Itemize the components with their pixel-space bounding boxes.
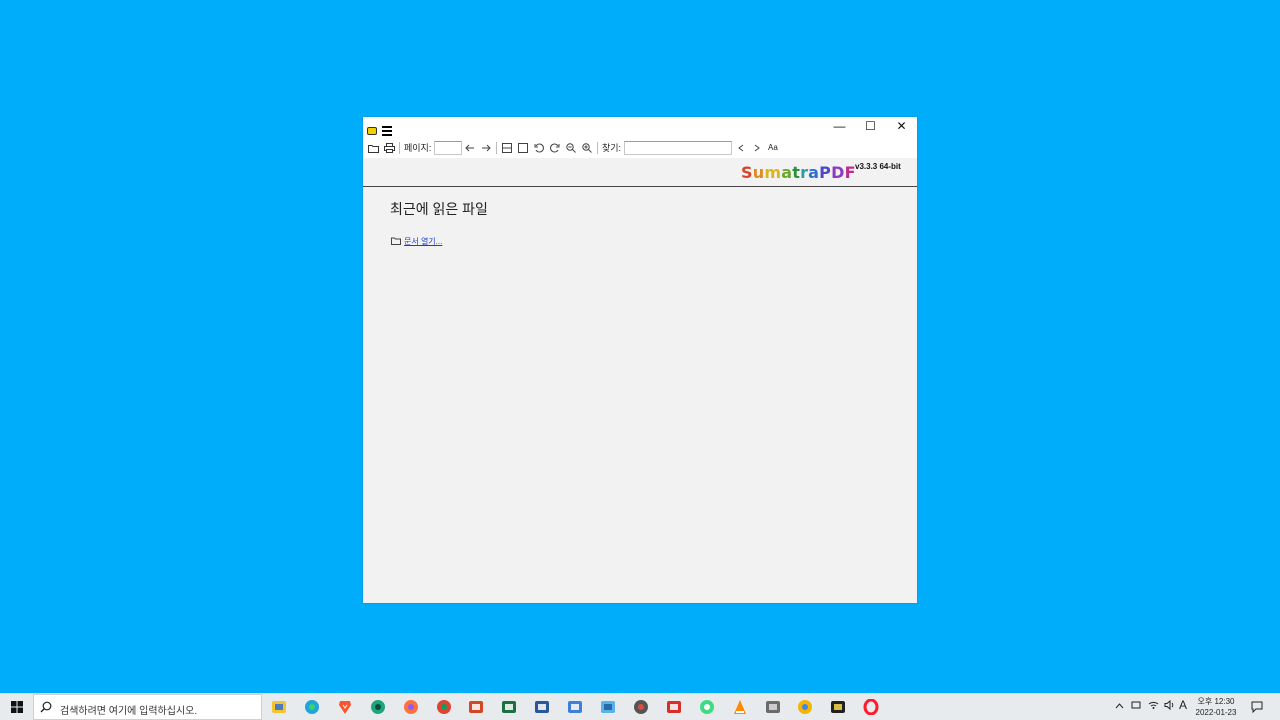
print-icon[interactable] <box>383 141 395 155</box>
logo-letter: P <box>819 163 832 182</box>
logo-letter: t <box>792 163 801 182</box>
clock-date: 2022-01-23 <box>1195 708 1237 717</box>
vpn-app-icon[interactable] <box>367 697 389 717</box>
fit-width-icon[interactable] <box>517 141 529 155</box>
clock-time: 오후 12:30 <box>1197 697 1235 706</box>
chevron-up-icon[interactable] <box>1115 700 1124 712</box>
sumatra-window: — ☐ ✕ 페이지: 찾기: Aa SumatraPDF v3.3.3 64-b… <box>363 117 917 603</box>
device-icon[interactable] <box>1131 700 1141 713</box>
sticky-notes-icon[interactable] <box>827 697 849 717</box>
match-case-toggle[interactable]: Aa <box>768 142 778 154</box>
hamburger-menu-icon[interactable] <box>382 126 392 136</box>
find-next-chevron-icon[interactable] <box>751 141 763 155</box>
search-icon <box>40 701 52 713</box>
page-number-input[interactable] <box>434 141 462 155</box>
input-method-indicator[interactable]: A <box>1179 698 1187 712</box>
open-document-link[interactable]: 문서 열기... <box>404 236 442 247</box>
powerpoint-icon[interactable] <box>465 697 487 717</box>
toolbar-separator <box>597 142 598 154</box>
page-label: 페이지: <box>404 143 432 153</box>
notification-icon[interactable] <box>1251 700 1263 718</box>
chrome-canary-icon[interactable] <box>794 697 816 717</box>
logo-letter: D <box>831 163 845 182</box>
find-label: 찾기: <box>602 143 622 153</box>
notepad-app-icon[interactable] <box>564 697 586 717</box>
logo-letter: u <box>752 163 765 182</box>
recent-files-heading: 최근에 읽은 파일 <box>390 201 488 217</box>
minimize-button[interactable]: — <box>824 117 855 135</box>
screen-editor-icon[interactable] <box>663 697 685 717</box>
search-placeholder: 검색하려면 여기에 입력하십시오. <box>60 706 198 717</box>
open-folder-icon[interactable] <box>367 141 379 155</box>
toolbar-separator <box>399 142 400 154</box>
maximize-button[interactable]: ☐ <box>855 117 886 135</box>
edge-icon[interactable] <box>301 697 323 717</box>
logo-letter: a <box>781 163 793 182</box>
toolbar-separator <box>496 142 497 154</box>
android-app-icon[interactable] <box>696 697 718 717</box>
firefox-icon[interactable] <box>400 697 422 717</box>
windows-logo-icon <box>10 701 23 713</box>
logo-letter: r <box>800 163 809 182</box>
start-button[interactable] <box>0 694 33 720</box>
open-document-row[interactable]: 문서 열기... <box>391 232 442 250</box>
remote-desktop-icon[interactable] <box>597 697 619 717</box>
title-bar: — ☐ ✕ <box>363 117 917 139</box>
volume-icon[interactable] <box>1164 699 1175 713</box>
logo-letter: S <box>741 163 753 182</box>
rotate-right-icon[interactable] <box>549 141 561 155</box>
next-page-arrow-icon[interactable] <box>480 141 492 155</box>
banner-divider <box>363 186 917 187</box>
vlc-icon[interactable] <box>729 697 751 717</box>
find-previous-chevron-icon[interactable] <box>735 141 747 155</box>
zoom-in-icon[interactable] <box>581 141 593 155</box>
brand-banner: SumatraPDF v3.3.3 64-bit <box>363 158 917 186</box>
version-label: v3.3.3 64-bit <box>855 162 901 171</box>
logo-letter: a <box>808 163 820 182</box>
calculator-icon[interactable] <box>762 697 784 717</box>
sumatra-app-icon[interactable] <box>367 127 377 135</box>
fit-page-icon[interactable] <box>501 141 513 155</box>
previous-page-arrow-icon[interactable] <box>464 141 476 155</box>
taskbar-search-box[interactable]: 검색하려면 여기에 입력하십시오. <box>33 694 262 720</box>
file-explorer-icon[interactable] <box>268 697 290 717</box>
zoom-out-icon[interactable] <box>565 141 577 155</box>
chrome-icon[interactable] <box>433 697 455 717</box>
rotate-left-icon[interactable] <box>533 141 545 155</box>
close-button[interactable]: ✕ <box>886 117 917 135</box>
brave-icon[interactable] <box>334 697 356 717</box>
opera-icon[interactable] <box>860 697 882 717</box>
excel-icon[interactable] <box>498 697 520 717</box>
toolbar: 페이지: 찾기: Aa <box>363 139 917 158</box>
word-icon[interactable] <box>531 697 553 717</box>
taskbar: 검색하려면 여기에 입력하십시오. A 오후 12:30 2022-01-23 <box>0 693 1280 720</box>
wifi-icon[interactable] <box>1148 700 1159 713</box>
clock[interactable]: 오후 12:30 2022-01-23 <box>1190 696 1242 718</box>
sumatrapdf-logo: SumatraPDF <box>741 163 856 182</box>
search-tool-icon[interactable] <box>630 697 652 717</box>
folder-icon <box>391 232 401 250</box>
logo-letter: m <box>764 163 782 182</box>
find-input[interactable] <box>624 141 732 155</box>
